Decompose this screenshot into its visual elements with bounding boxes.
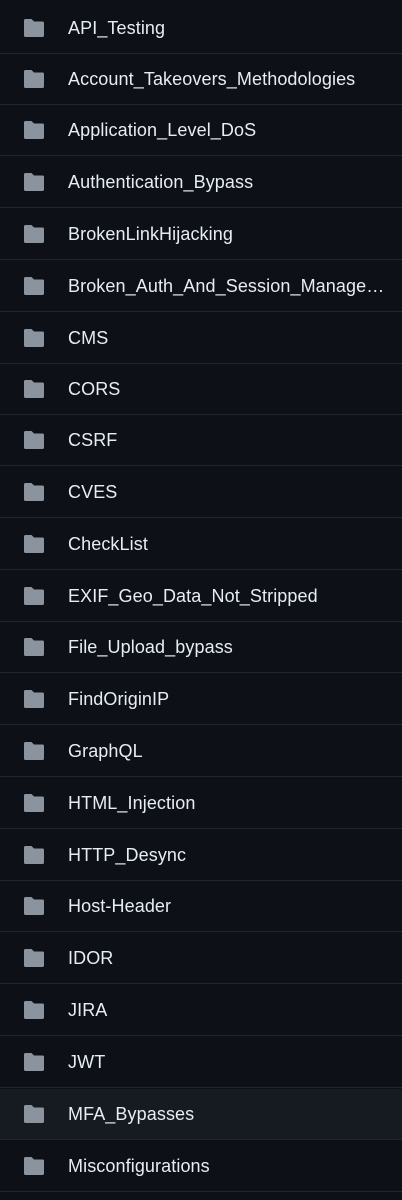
folder-name[interactable]: Misconfigurations bbox=[68, 1156, 390, 1177]
folder-name[interactable]: Host-Header bbox=[68, 896, 390, 917]
folder-icon bbox=[22, 18, 46, 38]
folder-row[interactable]: Application_Level_DoS bbox=[0, 105, 402, 156]
folder-name[interactable]: CheckList bbox=[68, 534, 390, 555]
folder-row[interactable]: HTML_Injection bbox=[0, 778, 402, 829]
folder-icon bbox=[22, 379, 46, 399]
folder-icon bbox=[22, 328, 46, 348]
folder-name[interactable]: HTML_Injection bbox=[68, 793, 390, 814]
folder-row[interactable]: CSRF bbox=[0, 415, 402, 466]
folder-name[interactable]: Application_Level_DoS bbox=[68, 120, 390, 141]
folder-name[interactable]: JWT bbox=[68, 1052, 390, 1073]
folder-name[interactable]: CSRF bbox=[68, 430, 390, 451]
folder-name[interactable]: Authentication_Bypass bbox=[68, 172, 390, 193]
folder-row-hovered[interactable]: MFA_Bypasses bbox=[0, 1089, 402, 1140]
folder-name[interactable]: API_Testing bbox=[68, 18, 390, 39]
folder-name[interactable]: GraphQL bbox=[68, 741, 390, 762]
folder-name[interactable]: CMS bbox=[68, 328, 390, 349]
folder-name[interactable]: File_Upload_bypass bbox=[68, 637, 390, 658]
folder-icon bbox=[22, 1104, 46, 1124]
folder-row[interactable]: Misconfigurations bbox=[0, 1141, 402, 1192]
folder-name[interactable]: JIRA bbox=[68, 1000, 390, 1021]
folder-name[interactable]: MFA_Bypasses bbox=[68, 1104, 390, 1125]
folder-icon bbox=[22, 1052, 46, 1072]
folder-row[interactable]: Broken_Auth_And_Session_Management bbox=[0, 261, 402, 312]
folder-row[interactable]: Authentication_Bypass bbox=[0, 157, 402, 208]
folder-name[interactable]: Broken_Auth_And_Session_Management bbox=[68, 276, 390, 297]
folder-row[interactable]: CheckList bbox=[0, 519, 402, 570]
folder-icon bbox=[22, 1156, 46, 1176]
folder-icon bbox=[22, 534, 46, 554]
folder-icon bbox=[22, 586, 46, 606]
folder-name[interactable]: EXIF_Geo_Data_Not_Stripped bbox=[68, 586, 390, 607]
folder-row[interactable]: JWT bbox=[0, 1037, 402, 1088]
folder-icon bbox=[22, 637, 46, 657]
folder-row[interactable]: JIRA bbox=[0, 985, 402, 1036]
folder-name[interactable]: FindOriginIP bbox=[68, 689, 390, 710]
folder-row[interactable]: CMS bbox=[0, 313, 402, 364]
folder-icon bbox=[22, 69, 46, 89]
folder-name[interactable]: HTTP_Desync bbox=[68, 845, 390, 866]
folder-name[interactable]: CVES bbox=[68, 482, 390, 503]
folder-icon bbox=[22, 741, 46, 761]
folder-row[interactable]: FindOriginIP bbox=[0, 674, 402, 725]
folder-name[interactable]: BrokenLinkHijacking bbox=[68, 224, 390, 245]
folder-row[interactable]: File_Upload_bypass bbox=[0, 622, 402, 673]
folder-row[interactable]: API_Testing bbox=[0, 3, 402, 54]
folder-icon bbox=[22, 896, 46, 916]
folder-row[interactable]: Host-Header bbox=[0, 881, 402, 932]
folder-icon bbox=[22, 482, 46, 502]
folder-icon bbox=[22, 224, 46, 244]
folder-icon bbox=[22, 120, 46, 140]
folder-name[interactable]: CORS bbox=[68, 379, 390, 400]
folder-list: API_Testing Account_Takeovers_Methodolog… bbox=[0, 0, 402, 1200]
folder-icon bbox=[22, 793, 46, 813]
folder-row[interactable]: BrokenLinkHijacking bbox=[0, 209, 402, 260]
folder-row[interactable]: CORS bbox=[0, 364, 402, 415]
folder-icon bbox=[22, 845, 46, 865]
folder-icon bbox=[22, 689, 46, 709]
folder-icon bbox=[22, 276, 46, 296]
folder-row[interactable]: IDOR bbox=[0, 933, 402, 984]
folder-icon bbox=[22, 172, 46, 192]
folder-row[interactable]: CVES bbox=[0, 467, 402, 518]
folder-row[interactable]: EXIF_Geo_Data_Not_Stripped bbox=[0, 571, 402, 622]
folder-name[interactable]: Account_Takeovers_Methodologies bbox=[68, 69, 390, 90]
folder-name[interactable]: IDOR bbox=[68, 948, 390, 969]
folder-row[interactable]: HTTP_Desync bbox=[0, 830, 402, 881]
folder-row[interactable]: GraphQL bbox=[0, 726, 402, 777]
folder-icon bbox=[22, 948, 46, 968]
folder-icon bbox=[22, 430, 46, 450]
folder-row[interactable]: Account_Takeovers_Methodologies bbox=[0, 54, 402, 105]
folder-icon bbox=[22, 1000, 46, 1020]
